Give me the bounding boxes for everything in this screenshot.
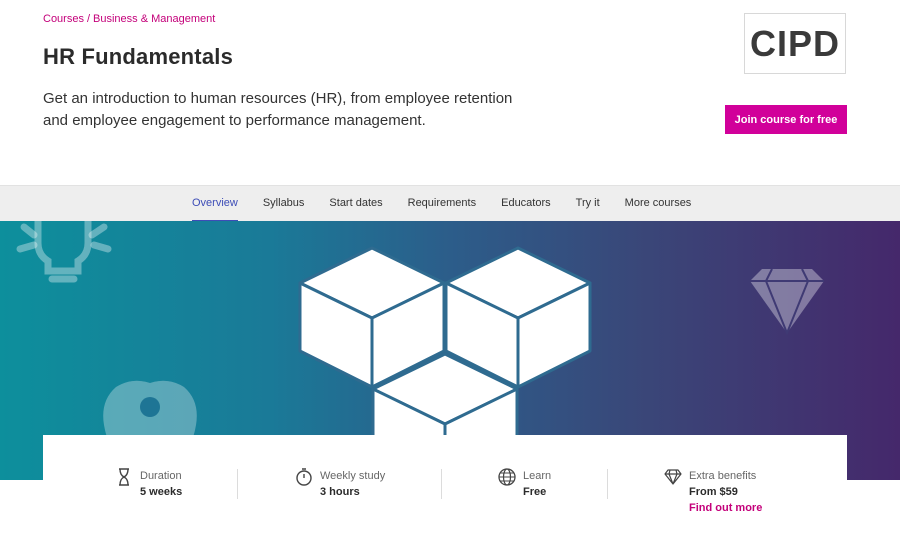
page-title: HR Fundamentals [43,44,234,69]
lightbulb-icon [16,221,112,283]
duration-value: 5 weeks [140,486,183,498]
course-nav: Overview Syllabus Start dates Requiremen… [0,185,900,222]
tab-overview[interactable]: Overview [192,186,238,222]
diamond-outline-icon [664,469,682,485]
learn-value: Free [523,486,547,498]
tab-start-dates[interactable]: Start dates [329,186,382,222]
weekly-study-value: 3 hours [320,486,360,498]
stopwatch-icon [296,468,312,486]
extra-benefits-label: Extra benefits [689,470,757,482]
cipd-logo: CIPD [744,13,846,74]
logo-text: CIPD [749,22,840,64]
hourglass-icon [119,468,129,486]
course-info-card: Duration 5 weeks Weekly study 3 hours Le… [43,435,847,540]
find-out-more-link[interactable]: Find out more [689,502,762,514]
info-divider [237,469,238,499]
breadcrumb-courses-link[interactable]: Courses [43,13,84,25]
course-intro: Get an introduction to human resources (… [43,90,513,129]
duration-label: Duration [140,470,182,482]
breadcrumb-separator: / [86,13,91,25]
globe-icon [498,468,516,486]
diamond-icon [750,268,824,336]
tab-requirements[interactable]: Requirements [408,186,476,222]
info-divider [441,469,442,499]
weekly-study-label: Weekly study [320,470,386,482]
learn-label: Learn [523,470,552,482]
join-course-button[interactable]: Join course for free [725,105,847,134]
extra-benefits-value: From $59 [689,486,738,498]
breadcrumb: Courses / Business & Management [43,13,215,25]
tab-educators[interactable]: Educators [501,186,551,222]
info-divider [607,469,608,499]
tab-more-courses[interactable]: More courses [625,186,692,222]
tab-syllabus[interactable]: Syllabus [263,186,305,222]
breadcrumb-category-link[interactable]: Business & Management [93,13,215,25]
tab-try-it[interactable]: Try it [576,186,600,222]
